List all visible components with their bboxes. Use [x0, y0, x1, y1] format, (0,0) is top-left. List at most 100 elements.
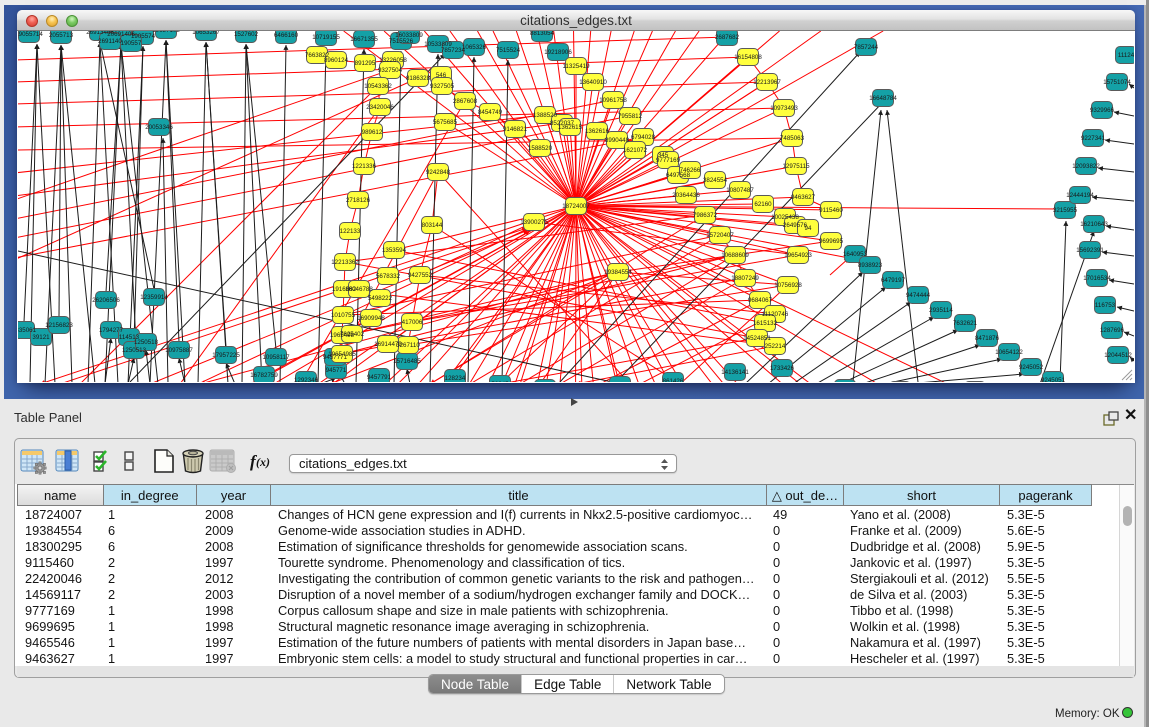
svg-text:19654985: 19654985 [328, 351, 356, 358]
svg-text:7625402: 7625402 [340, 331, 365, 338]
svg-text:1733426: 1733426 [770, 365, 795, 372]
svg-text:16914479: 16914479 [374, 341, 402, 348]
svg-text:861426: 861426 [663, 378, 684, 382]
svg-text:1615132: 1615132 [753, 320, 778, 327]
svg-text:7515524: 7515524 [496, 47, 521, 54]
svg-text:11120746: 11120746 [762, 311, 789, 318]
svg-text:1065326: 1065326 [462, 44, 487, 51]
svg-text:10958117: 10958117 [262, 354, 290, 361]
svg-text:12213967: 12213967 [753, 79, 781, 86]
svg-text:5678332: 5678332 [376, 273, 401, 280]
svg-text:10543362: 10543362 [364, 83, 392, 90]
svg-text:3215955: 3215955 [1053, 207, 1078, 214]
svg-text:8454749: 8454749 [478, 109, 503, 116]
svg-text:12975115: 12975115 [782, 163, 810, 170]
svg-text:1527602: 1527602 [234, 31, 259, 38]
svg-text:8990448: 8990448 [605, 137, 630, 144]
svg-text:19218906: 19218906 [544, 49, 572, 56]
svg-text:9474444: 9474444 [906, 292, 931, 299]
svg-text:1388520: 1388520 [533, 112, 558, 119]
svg-text:190557: 190557 [121, 40, 142, 47]
svg-text:8471876: 8471876 [975, 335, 1000, 342]
svg-text:7485063: 7485063 [780, 135, 805, 142]
svg-text:2687682: 2687682 [715, 34, 740, 41]
svg-text:9245051: 9245051 [1041, 377, 1066, 382]
svg-text:7857244: 7857244 [854, 44, 879, 51]
svg-text:94: 94 [805, 225, 812, 232]
svg-text:14136141: 14136141 [721, 369, 749, 376]
svg-text:9329966: 9329966 [1090, 107, 1115, 114]
svg-text:11325419: 11325419 [562, 63, 590, 70]
svg-text:2691140: 2691140 [98, 38, 122, 45]
svg-text:16648784: 16648784 [869, 95, 897, 102]
svg-text:16046788: 16046788 [345, 286, 373, 293]
svg-text:9463627: 9463627 [791, 194, 816, 201]
svg-text:10807487: 10807487 [726, 187, 754, 194]
svg-text:6794028: 6794028 [631, 134, 656, 141]
svg-text:5498222: 5498222 [368, 295, 393, 302]
svg-text:9146821: 9146821 [503, 126, 528, 133]
svg-text:1353594: 1353594 [382, 247, 407, 254]
svg-text:8186328: 8186328 [406, 75, 431, 82]
svg-text:9115460: 9115460 [819, 207, 843, 214]
svg-text:16671355: 16671355 [350, 36, 378, 43]
svg-text:15716485: 15716485 [393, 358, 421, 365]
svg-text:1588520: 1588520 [528, 145, 553, 152]
svg-text:15720407: 15720407 [706, 232, 734, 239]
svg-text:2935114: 2935114 [929, 307, 953, 314]
svg-text:891295: 891295 [355, 60, 376, 67]
svg-text:7515526: 7515526 [389, 38, 414, 45]
svg-text:19654923: 19654923 [784, 252, 812, 259]
svg-text:1335061: 1335061 [18, 327, 37, 334]
svg-text:10975887: 10975887 [165, 347, 193, 354]
svg-text:13226058: 13226058 [379, 57, 407, 64]
svg-text:128234: 128234 [445, 375, 466, 382]
svg-text:52345: 52345 [491, 381, 509, 382]
svg-text:1905574: 1905574 [131, 33, 156, 40]
svg-text:9457791: 9457791 [367, 374, 392, 381]
svg-text:20053346: 20053346 [145, 124, 173, 131]
svg-text:17016534: 17016534 [1083, 275, 1111, 282]
svg-text:7986372: 7986372 [693, 212, 718, 219]
svg-text:10688609: 10688609 [721, 252, 749, 259]
svg-text:989612: 989612 [362, 129, 383, 136]
svg-text:12044512: 12044512 [1104, 352, 1132, 359]
svg-text:6479197: 6479197 [881, 277, 906, 284]
svg-text:7857234: 7857234 [441, 47, 466, 54]
svg-text:13640910: 13640910 [579, 79, 607, 86]
svg-text:8938923: 8938923 [858, 262, 883, 269]
svg-text:39121: 39121 [32, 334, 50, 341]
svg-text:62160: 62160 [754, 201, 772, 208]
svg-text:15692391: 15692391 [1076, 247, 1104, 254]
svg-text:10653267: 10653267 [192, 31, 220, 36]
svg-text:9777169: 9777169 [656, 157, 681, 164]
svg-text:6466160: 6466160 [274, 32, 299, 39]
svg-text:9242848: 9242848 [426, 169, 451, 176]
svg-text:7632621: 7632621 [953, 320, 978, 327]
svg-text:18724007: 18724007 [562, 203, 590, 210]
svg-text:417006: 417006 [402, 319, 423, 326]
svg-text:12093822: 12093822 [1072, 163, 1100, 170]
svg-text:7955812: 7955812 [618, 113, 643, 120]
svg-text:9327504: 9327504 [378, 67, 403, 74]
svg-text:20364436: 20364436 [672, 192, 700, 199]
svg-text:19657103: 19657103 [152, 31, 180, 34]
svg-text:803144: 803144 [422, 222, 443, 229]
svg-text:2055713: 2055713 [49, 32, 74, 39]
svg-text:16033809: 16033809 [395, 32, 423, 39]
svg-text:12156823: 12156823 [45, 322, 73, 329]
svg-text:9699695: 9699695 [819, 238, 844, 245]
svg-text:9684067: 9684067 [748, 297, 773, 304]
svg-text:122133: 122133 [340, 228, 361, 235]
svg-text:10961758: 10961758 [599, 97, 627, 104]
svg-text:546: 546 [436, 72, 447, 79]
svg-text:9427552: 9427552 [408, 272, 433, 279]
svg-text:1362616: 1362616 [585, 128, 610, 135]
svg-text:5675685: 5675685 [433, 119, 458, 126]
svg-text:10654122: 10654122 [995, 349, 1023, 356]
svg-text:10719155: 10719155 [312, 34, 340, 41]
svg-text:1794277: 1794277 [99, 327, 124, 334]
svg-text:13900275: 13900275 [520, 219, 548, 226]
svg-text:1362615: 1362615 [558, 124, 583, 131]
svg-text:3824554: 3824554 [703, 177, 728, 184]
